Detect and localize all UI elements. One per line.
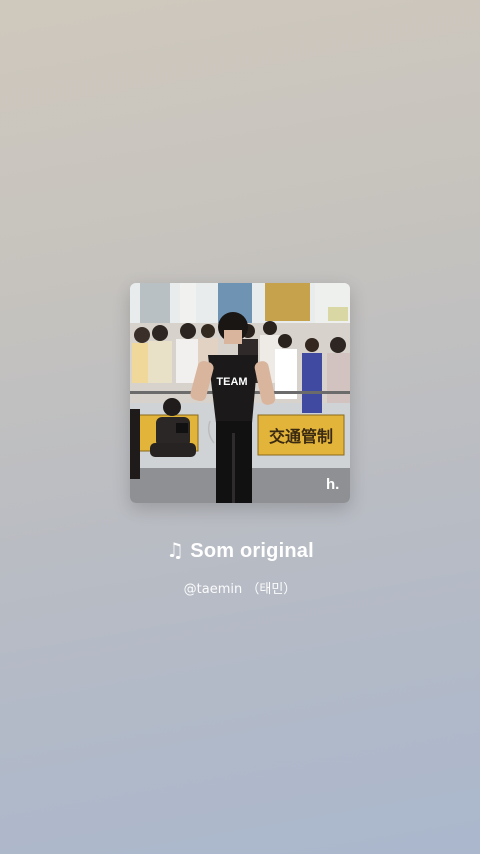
sign-text: 交通管制 [269,427,333,446]
cover-art[interactable]: 交通管制 TEAM h. [130,283,350,503]
shirt-text: TEAM [216,376,247,388]
music-note-icon: ♫ [166,538,185,562]
artist-handle[interactable]: @taemin （태민） [0,578,480,597]
track-title: Som original [190,540,314,562]
watermark-logo: h. [326,476,339,493]
cover-photo: 交通管制 TEAM h. [130,283,350,503]
track-title-row[interactable]: ♫ Som original [0,538,480,563]
